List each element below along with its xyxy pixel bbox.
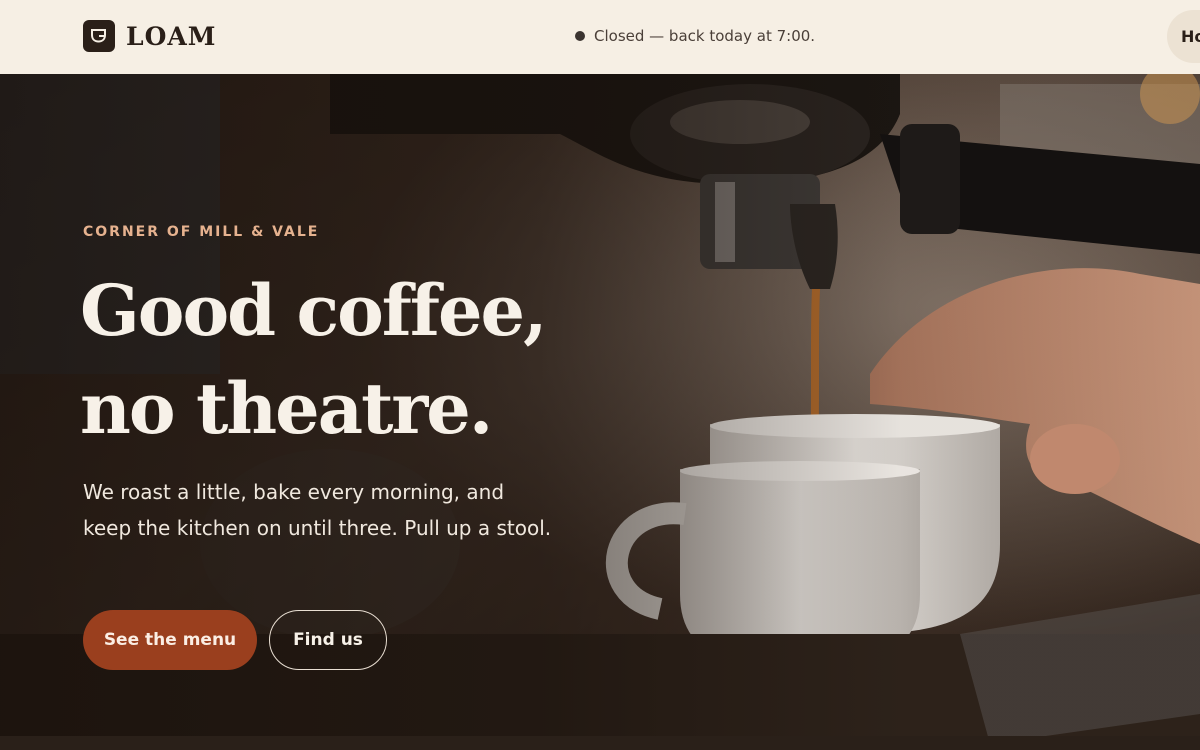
status-dot-icon (575, 31, 585, 41)
nav-home-link[interactable]: Ho (1167, 10, 1200, 63)
section-divider (0, 736, 1200, 750)
status-text: Closed — back today at 7:00. (594, 27, 816, 45)
hero-section: CORNER OF MILL & VALE Good coffee, no th… (0, 74, 1200, 750)
hero-eyebrow: CORNER OF MILL & VALE (83, 224, 320, 240)
find-us-button[interactable]: Find us (269, 610, 387, 670)
site-header: LOAM Closed — back today at 7:00. Ho (0, 0, 1200, 74)
opening-status: Closed — back today at 7:00. (575, 27, 815, 45)
brand-name: LOAM (126, 21, 217, 51)
brand-logo[interactable]: LOAM (83, 20, 216, 52)
nav-home-label: Ho (1181, 27, 1200, 46)
hero-description: We roast a little, bake every morning, a… (83, 480, 552, 540)
hero-headline: Good coffee, no theatre. (80, 269, 547, 450)
coffee-cup-icon (83, 20, 115, 52)
see-menu-button[interactable]: See the menu (83, 610, 257, 670)
